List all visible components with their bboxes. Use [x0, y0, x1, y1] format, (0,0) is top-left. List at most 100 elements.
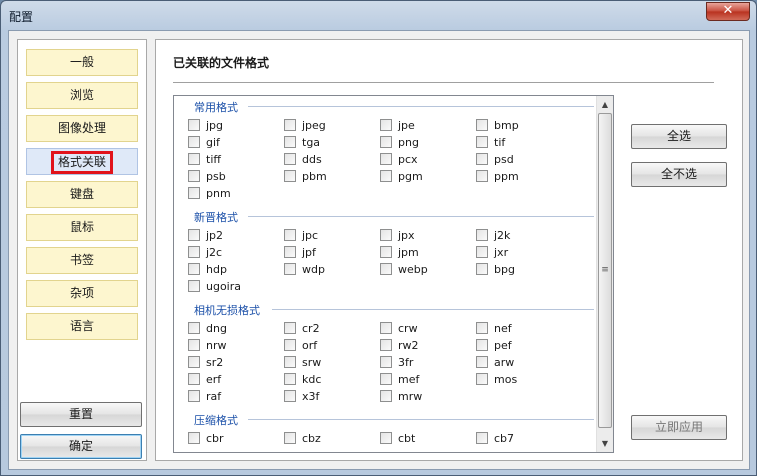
checkbox-box[interactable]	[476, 136, 488, 148]
checkbox-box[interactable]	[284, 170, 296, 182]
format-checkbox[interactable]: rw2	[380, 338, 419, 355]
reset-button[interactable]: 重置	[20, 402, 142, 427]
checkbox-box[interactable]	[188, 432, 200, 444]
checkbox-box[interactable]	[188, 229, 200, 241]
format-checkbox[interactable]: ppm	[476, 169, 519, 186]
format-checkbox[interactable]: dds	[284, 152, 322, 169]
format-checkbox[interactable]: ugoira	[188, 279, 241, 296]
checkbox-box[interactable]	[380, 119, 392, 131]
format-checkbox[interactable]: tiff	[188, 152, 221, 169]
format-checkbox[interactable]: crw	[380, 321, 418, 338]
format-checkbox[interactable]: cr2	[284, 321, 320, 338]
checkbox-box[interactable]	[380, 373, 392, 385]
format-checkbox[interactable]: mrw	[380, 389, 422, 406]
format-checkbox[interactable]: hdp	[188, 262, 227, 279]
format-checkbox[interactable]: raf	[188, 389, 221, 406]
checkbox-box[interactable]	[476, 229, 488, 241]
format-checkbox[interactable]: psb	[188, 169, 226, 186]
format-checkbox[interactable]: j2k	[476, 228, 510, 245]
checkbox-box[interactable]	[284, 390, 296, 402]
checkbox-box[interactable]	[476, 170, 488, 182]
nav-item-misc[interactable]: 杂项	[26, 280, 138, 307]
format-checkbox[interactable]: pgm	[380, 169, 423, 186]
checkbox-box[interactable]	[380, 322, 392, 334]
checkbox-box[interactable]	[284, 246, 296, 258]
format-checkbox[interactable]: psd	[476, 152, 514, 169]
checkbox-box[interactable]	[188, 263, 200, 275]
title-bar[interactable]: 配置 ✕	[1, 1, 756, 30]
format-checkbox[interactable]: dng	[188, 321, 227, 338]
nav-item-browse[interactable]: 浏览	[26, 82, 138, 109]
checkbox-box[interactable]	[188, 356, 200, 368]
vertical-scrollbar[interactable]: ▲ ≡ ▼	[596, 96, 613, 452]
format-checkbox[interactable]: 3fr	[380, 355, 413, 372]
checkbox-box[interactable]	[188, 187, 200, 199]
format-checkbox[interactable]: sr2	[188, 355, 223, 372]
format-checkbox[interactable]: cbt	[380, 431, 415, 448]
checkbox-box[interactable]	[188, 170, 200, 182]
close-button[interactable]: ✕	[706, 2, 750, 21]
checkbox-box[interactable]	[284, 153, 296, 165]
checkbox-box[interactable]	[380, 229, 392, 241]
format-checkbox[interactable]: gif	[188, 135, 220, 152]
format-checkbox[interactable]: cbz	[284, 431, 321, 448]
checkbox-box[interactable]	[284, 356, 296, 368]
checkbox-box[interactable]	[476, 246, 488, 258]
nav-item-general[interactable]: 一般	[26, 49, 138, 76]
format-checkbox[interactable]: jpc	[284, 228, 318, 245]
format-checkbox[interactable]: jpf	[284, 245, 316, 262]
nav-item-image-processing[interactable]: 图像处理	[26, 115, 138, 142]
format-checkbox[interactable]: wdp	[284, 262, 325, 279]
format-checkbox[interactable]: nrw	[188, 338, 227, 355]
checkbox-box[interactable]	[380, 339, 392, 351]
checkbox-box[interactable]	[188, 136, 200, 148]
checkbox-box[interactable]	[380, 246, 392, 258]
format-checkbox[interactable]: pcx	[380, 152, 418, 169]
format-checkbox[interactable]: mos	[476, 372, 517, 389]
checkbox-box[interactable]	[188, 373, 200, 385]
format-checkbox[interactable]: orf	[284, 338, 317, 355]
format-checkbox[interactable]: jp2	[188, 228, 223, 245]
format-checkbox[interactable]: jpeg	[284, 118, 326, 135]
checkbox-box[interactable]	[284, 263, 296, 275]
apply-now-button[interactable]: 立即应用	[631, 415, 727, 440]
format-checkbox[interactable]: jpm	[380, 245, 419, 262]
format-checkbox[interactable]: x3f	[284, 389, 319, 406]
format-checkbox[interactable]: mef	[380, 372, 419, 389]
checkbox-box[interactable]	[476, 339, 488, 351]
checkbox-box[interactable]	[380, 136, 392, 148]
format-checkbox[interactable]: cbr	[188, 431, 224, 448]
format-checkbox[interactable]: j2c	[188, 245, 222, 262]
select-all-button[interactable]: 全选	[631, 124, 727, 149]
format-checkbox[interactable]: nef	[476, 321, 512, 338]
checkbox-box[interactable]	[284, 339, 296, 351]
checkbox-box[interactable]	[380, 263, 392, 275]
format-checkbox[interactable]: kdc	[284, 372, 321, 389]
format-checkbox[interactable]: pef	[476, 338, 512, 355]
nav-item-mouse[interactable]: 鼠标	[26, 214, 138, 241]
format-checkbox[interactable]: jpe	[380, 118, 415, 135]
ok-button[interactable]: 确定	[20, 434, 142, 459]
checkbox-box[interactable]	[380, 153, 392, 165]
checkbox-box[interactable]	[284, 119, 296, 131]
format-checkbox[interactable]: erf	[188, 372, 221, 389]
format-checkbox[interactable]: arw	[476, 355, 514, 372]
checkbox-box[interactable]	[284, 373, 296, 385]
format-checkbox[interactable]: cb7	[476, 431, 514, 448]
checkbox-box[interactable]	[284, 229, 296, 241]
checkbox-box[interactable]	[476, 322, 488, 334]
checkbox-box[interactable]	[188, 153, 200, 165]
checkbox-box[interactable]	[188, 246, 200, 258]
format-checkbox[interactable]: jxr	[476, 245, 508, 262]
format-checkbox[interactable]: bpg	[476, 262, 515, 279]
checkbox-box[interactable]	[188, 119, 200, 131]
nav-item-format-association[interactable]: 格式关联	[26, 148, 138, 175]
checkbox-box[interactable]	[380, 432, 392, 444]
nav-item-language[interactable]: 语言	[26, 313, 138, 340]
select-none-button[interactable]: 全不选	[631, 162, 727, 187]
format-checkbox[interactable]: png	[380, 135, 419, 152]
checkbox-box[interactable]	[188, 322, 200, 334]
checkbox-box[interactable]	[284, 136, 296, 148]
format-checkbox[interactable]: tif	[476, 135, 505, 152]
checkbox-box[interactable]	[476, 263, 488, 275]
